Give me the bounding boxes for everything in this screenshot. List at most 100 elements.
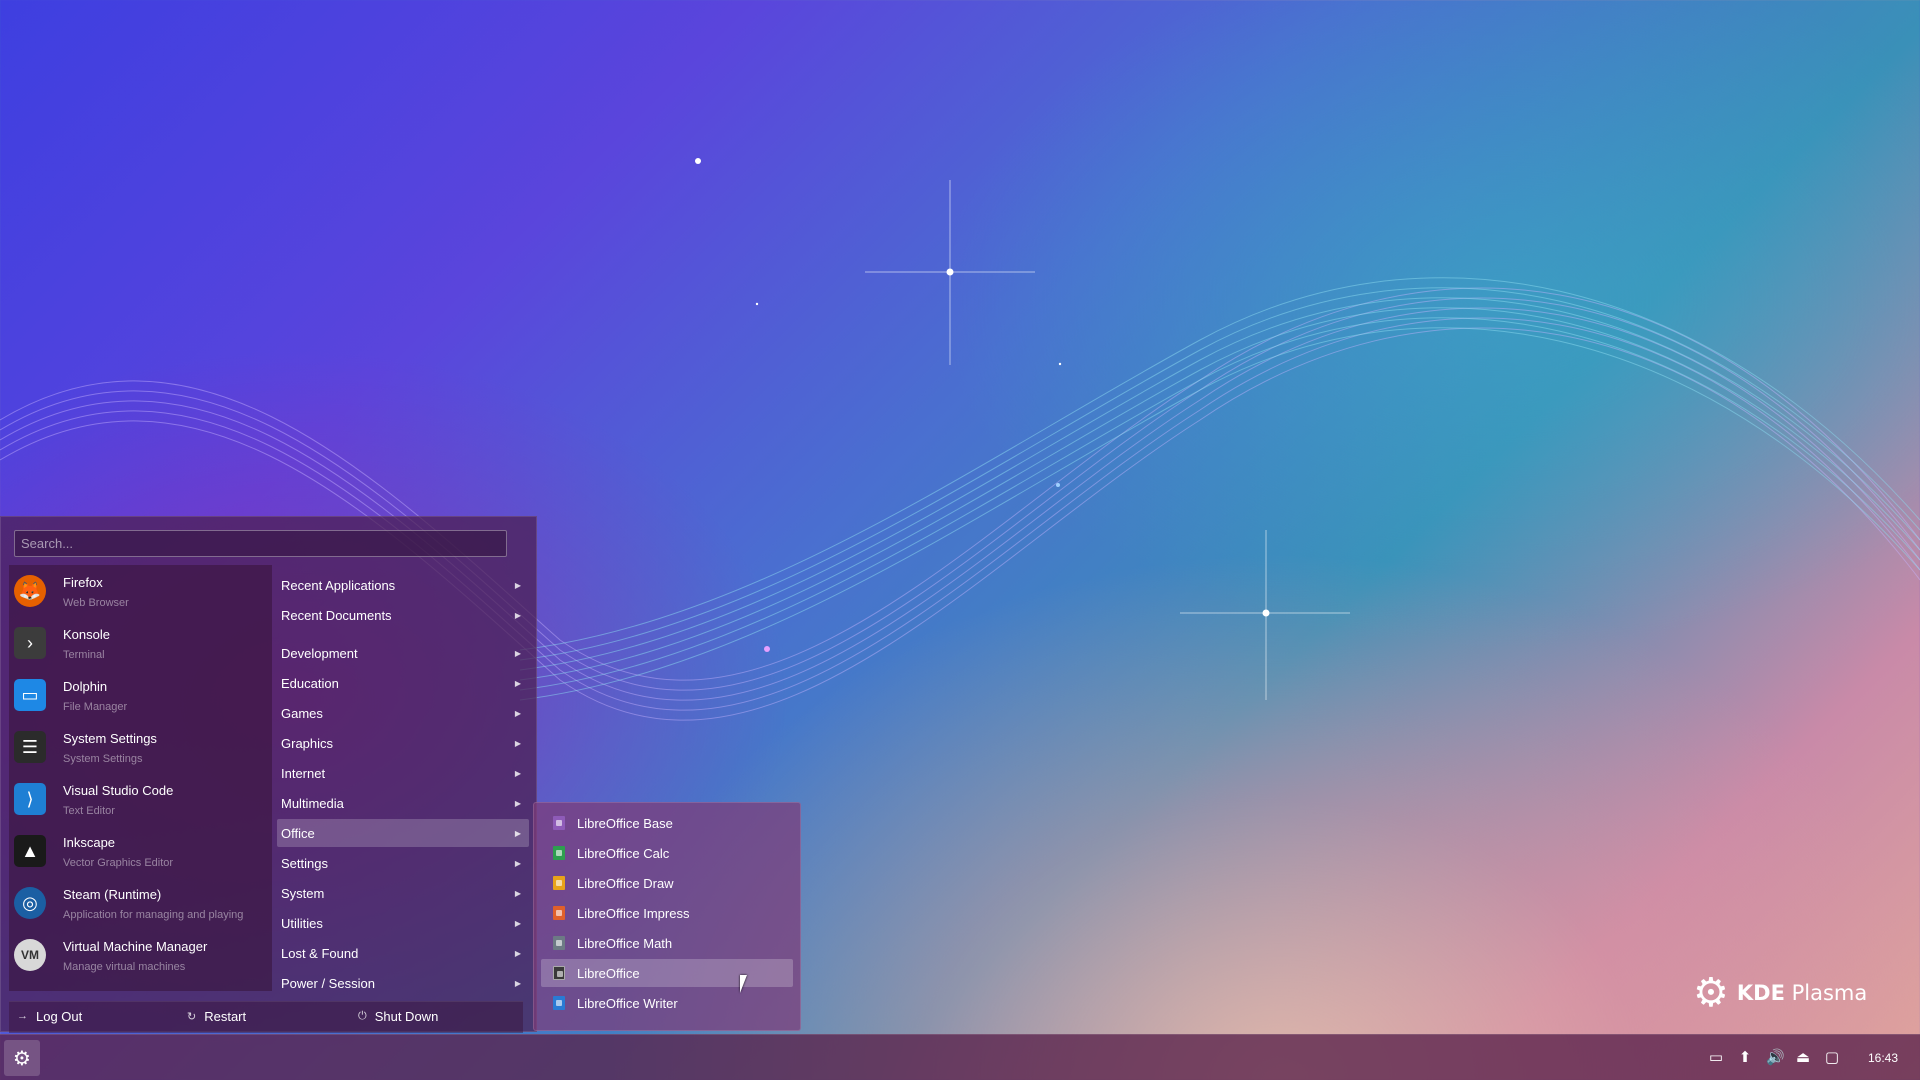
application-launcher: 🦊 Firefox Web Browser › Konsole Terminal ▭…: [0, 516, 537, 1033]
logout-button[interactable]: → Log Out: [17, 1002, 82, 1030]
chevron-right-icon: ▶: [514, 678, 521, 688]
category-label: Graphics: [281, 735, 334, 751]
restart-label: Restart: [204, 1008, 247, 1024]
notifications-icon[interactable]: ▭: [1708, 1050, 1724, 1066]
libreoffice-math-icon: [553, 936, 565, 950]
office-submenu: LibreOffice Base LibreOffice Calc LibreO…: [533, 802, 801, 1031]
category-label: Power / Session: [281, 975, 375, 991]
favorite-steam[interactable]: ◎ Steam (Runtime) Application for managin…: [9, 877, 272, 929]
settings-icon: ☰: [14, 731, 46, 763]
favorite-konsole[interactable]: › Konsole Terminal: [9, 617, 272, 669]
firefox-icon: 🦊: [14, 575, 46, 607]
submenu-libreoffice-base[interactable]: LibreOffice Base: [541, 809, 793, 837]
drive-icon[interactable]: ⏏: [1795, 1050, 1811, 1066]
libreoffice-base-icon: [553, 816, 565, 830]
category-games[interactable]: Games ▶: [277, 699, 529, 727]
category-recent-documents[interactable]: Recent Documents ▶: [277, 601, 529, 629]
favorite-vscode[interactable]: ⟩ Visual Studio Code Text Editor: [9, 773, 272, 825]
logo-product: Plasma: [1791, 981, 1868, 1005]
session-bar: → Log Out ↻ Restart ⏻ Shut Down: [9, 1001, 523, 1033]
mouse-cursor: [740, 975, 754, 993]
category-graphics[interactable]: Graphics ▶: [277, 729, 529, 757]
favorite-description: Terminal: [63, 649, 105, 661]
chevron-right-icon: ▶: [514, 648, 521, 658]
display-icon[interactable]: ▢: [1824, 1050, 1840, 1066]
libreoffice-draw-icon: [553, 876, 565, 890]
libreoffice-calc-icon: [553, 846, 565, 860]
libreoffice-impress-icon: [553, 906, 565, 920]
favorite-inkscape[interactable]: ▲ Inkscape Vector Graphics Editor: [9, 825, 272, 877]
vm-icon: VM: [14, 939, 46, 971]
favorites-list: 🦊 Firefox Web Browser › Konsole Terminal ▭…: [9, 565, 272, 991]
chevron-right-icon: ▶: [514, 738, 521, 748]
category-system[interactable]: System ▶: [277, 879, 529, 907]
logout-icon: →: [17, 1010, 28, 1022]
category-multimedia[interactable]: Multimedia ▶: [277, 789, 529, 817]
favorite-firefox[interactable]: 🦊 Firefox Web Browser: [9, 565, 272, 617]
chevron-right-icon: ▶: [514, 610, 521, 620]
chevron-right-icon: ▶: [514, 828, 521, 838]
category-label: Games: [281, 705, 323, 721]
category-label: Education: [281, 675, 339, 691]
kde-gear-icon: ⚙: [1693, 971, 1729, 1015]
submenu-libreoffice-impress[interactable]: LibreOffice Impress: [541, 899, 793, 927]
submenu-libreoffice-math[interactable]: LibreOffice Math: [541, 929, 793, 957]
favorite-name: Virtual Machine Manager: [63, 939, 208, 954]
category-settings[interactable]: Settings ▶: [277, 849, 529, 877]
taskbar: ⚙ ▭ ⬆ 🔊 ⏏ ▢ 16:43: [0, 1034, 1920, 1080]
vscode-icon: ⟩: [14, 783, 46, 815]
favorite-dolphin[interactable]: ▭ Dolphin File Manager: [9, 669, 272, 721]
category-internet[interactable]: Internet ▶: [277, 759, 529, 787]
category-recent-applications[interactable]: Recent Applications ▶: [277, 571, 529, 599]
category-development[interactable]: Development ▶: [277, 639, 529, 667]
category-power-session[interactable]: Power / Session ▶: [277, 969, 529, 997]
category-label: Internet: [281, 765, 326, 781]
category-lost-and-found[interactable]: Lost & Found ▶: [277, 939, 529, 967]
category-education[interactable]: Education ▶: [277, 669, 529, 697]
submenu-libreoffice-calc[interactable]: LibreOffice Calc: [541, 839, 793, 867]
favorite-description: Vector Graphics Editor: [63, 857, 174, 869]
favorite-description: Application for managing and playing: [63, 909, 244, 921]
category-label: Development: [281, 645, 358, 661]
favorite-name: System Settings: [63, 731, 157, 746]
search-input[interactable]: [14, 530, 507, 557]
favorite-description: Text Editor: [63, 805, 115, 817]
system-tray: ▭ ⬆ 🔊 ⏏ ▢: [1708, 1035, 1840, 1080]
favorite-description: System Settings: [63, 753, 143, 765]
favorite-description: Manage virtual machines: [63, 961, 186, 973]
chevron-right-icon: ▶: [514, 978, 521, 988]
favorite-name: Steam (Runtime): [63, 887, 162, 902]
chevron-right-icon: ▶: [514, 768, 521, 778]
restart-button[interactable]: ↻ Restart: [187, 1002, 246, 1030]
shutdown-label: Shut Down: [374, 1008, 439, 1024]
updates-icon[interactable]: ⬆: [1737, 1050, 1753, 1066]
submenu-label: LibreOffice: [577, 965, 640, 981]
category-office[interactable]: Office ▶: [277, 819, 529, 847]
submenu-libreoffice-draw[interactable]: LibreOffice Draw: [541, 869, 793, 897]
favorite-virt-manager[interactable]: VM Virtual Machine Manager Manage virtual…: [9, 929, 272, 981]
submenu-label: LibreOffice Writer: [577, 995, 678, 1011]
power-icon: ⏻: [358, 1009, 367, 1022]
category-label: Lost & Found: [281, 945, 359, 961]
libreoffice-writer-icon: [553, 996, 565, 1010]
favorite-description: File Manager: [63, 701, 128, 713]
shutdown-button[interactable]: ⏻ Shut Down: [358, 1002, 438, 1030]
kde-logo-icon: ⚙: [13, 1047, 31, 1070]
clock[interactable]: 16:43: [1868, 1035, 1898, 1080]
chevron-right-icon: ▶: [514, 858, 521, 868]
restart-icon: ↻: [187, 1010, 197, 1023]
volume-icon[interactable]: 🔊: [1766, 1050, 1785, 1066]
category-label: Settings: [281, 855, 328, 871]
favorite-name: Firefox: [63, 575, 103, 590]
application-launcher-button[interactable]: ⚙: [4, 1040, 40, 1076]
submenu-label: LibreOffice Math: [577, 935, 673, 951]
chevron-right-icon: ▶: [514, 948, 521, 958]
folder-icon: ▭: [14, 679, 46, 711]
submenu-label: LibreOffice Draw: [577, 875, 674, 891]
submenu-label: LibreOffice Calc: [577, 845, 670, 861]
category-utilities[interactable]: Utilities ▶: [277, 909, 529, 937]
submenu-libreoffice[interactable]: LibreOffice: [541, 959, 793, 987]
submenu-libreoffice-writer[interactable]: LibreOffice Writer: [541, 989, 793, 1017]
favorite-system-settings[interactable]: ☰ System Settings System Settings: [9, 721, 272, 773]
chevron-right-icon: ▶: [514, 798, 521, 808]
